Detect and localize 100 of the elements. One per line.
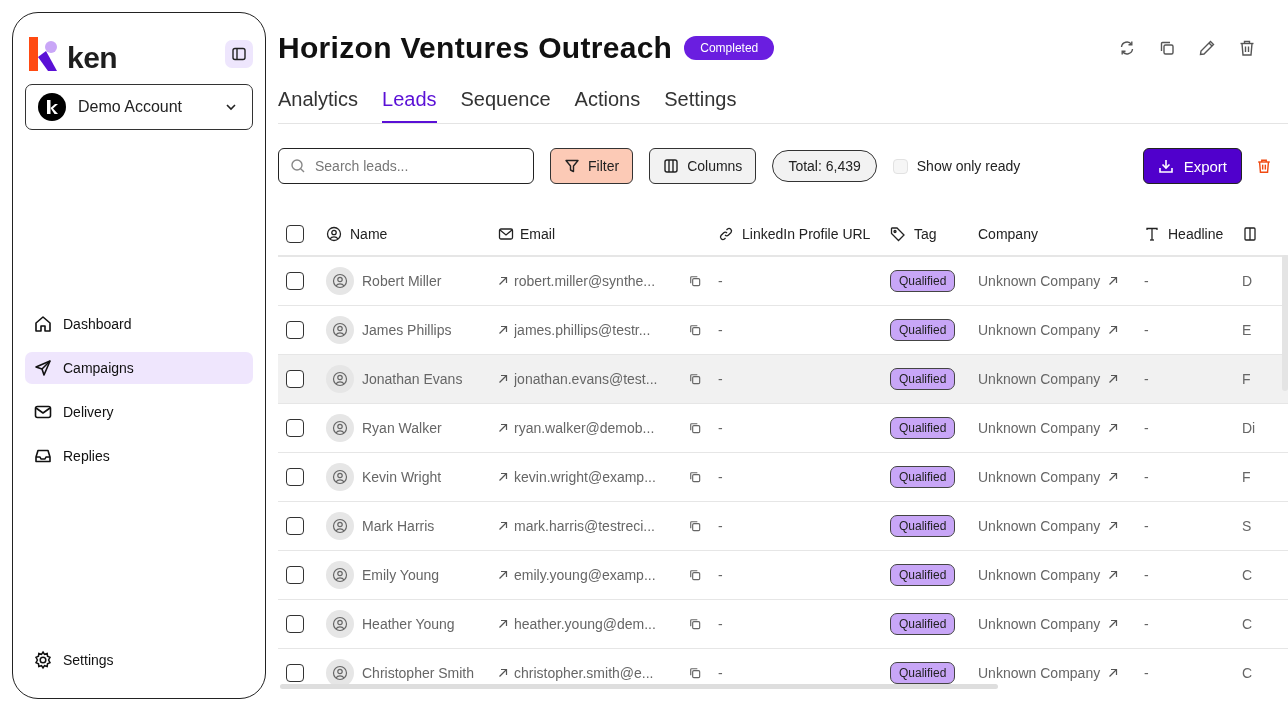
row-checkbox[interactable] (286, 517, 304, 535)
pencil-icon[interactable] (1198, 39, 1216, 57)
sidebar-toggle-button[interactable] (225, 40, 253, 68)
table-cell-text: christopher.smith@e... (514, 665, 655, 681)
column-header[interactable]: LinkedIn Profile URL (742, 225, 871, 242)
table-cell: Unknown Company (978, 322, 1101, 338)
select-all-checkbox[interactable] (286, 224, 304, 243)
search-field[interactable]: Search leads... (278, 148, 534, 184)
tab[interactable]: Settings (664, 86, 737, 123)
table-cell: - (718, 616, 723, 632)
copy-icon[interactable] (688, 568, 702, 582)
table-row[interactable]: Jonathan Evans jonathan.evans@test... - Qualified Unknown Company - F (278, 355, 1288, 404)
tab[interactable]: Analytics (278, 86, 359, 123)
table-cell: - (1144, 371, 1149, 387)
row-checkbox[interactable] (286, 419, 304, 437)
avatar-icon (326, 512, 354, 540)
delete-icon[interactable] (1256, 158, 1272, 174)
table-cell: Robert Miller (362, 273, 442, 289)
copy-icon[interactable] (1158, 39, 1176, 57)
row-checkbox[interactable] (286, 321, 304, 339)
row-checkbox[interactable] (286, 615, 304, 633)
checkbox[interactable] (892, 158, 908, 174)
total-count: Total: 6,439 (772, 150, 877, 182)
external-link-icon (1108, 276, 1119, 286)
nav-item[interactable]: Dashboard (25, 308, 253, 340)
column-header[interactable]: Tag (914, 225, 937, 242)
copy-icon[interactable] (688, 617, 702, 631)
column-header[interactable]: Company (978, 225, 1038, 242)
tag-badge: Qualified (890, 270, 956, 292)
table-cell: - (1144, 518, 1149, 534)
tab[interactable]: Sequence (460, 86, 551, 123)
external-link-icon (1108, 374, 1119, 384)
external-link-icon (498, 619, 508, 629)
export-button[interactable]: Export (1142, 148, 1242, 184)
account-logo-icon (38, 93, 66, 121)
nav-item[interactable]: Delivery (25, 396, 253, 428)
tag-icon (890, 225, 906, 242)
column-header[interactable]: Email (520, 225, 555, 242)
settings-link[interactable]: Settings (25, 644, 253, 676)
tag-badge: Qualified (890, 515, 956, 537)
tag-badge: Qualified (890, 662, 956, 684)
table-row[interactable]: Mark Harris mark.harris@testreci... - Qualified Unknown Company - S (278, 502, 1288, 551)
table-row[interactable]: Robert Miller robert.miller@synthe... - Qualified Unknown Company - D (278, 257, 1288, 306)
search-icon (290, 158, 306, 174)
copy-icon[interactable] (688, 421, 702, 435)
column-header[interactable]: Headline (1168, 225, 1224, 242)
table-row[interactable]: Kevin Wright kevin.wright@examp... - Qualified Unknown Company - F (278, 453, 1288, 502)
table-cell: - (1144, 420, 1149, 436)
columns-button[interactable]: Columns (649, 148, 757, 184)
checkbox-label: Show only ready (916, 158, 1021, 174)
column-header[interactable]: Name (350, 225, 388, 242)
nav-item[interactable]: Campaigns (25, 352, 253, 384)
tab[interactable]: Leads (382, 86, 437, 123)
external-link-icon (498, 374, 508, 384)
scrollbar[interactable] (280, 684, 998, 689)
table-cell-text: james.phillips@testr... (514, 322, 652, 338)
row-checkbox[interactable] (286, 664, 304, 682)
row-checkbox[interactable] (286, 370, 304, 388)
table-cell: S (1242, 518, 1252, 534)
nav-item[interactable]: Replies (25, 440, 253, 472)
brand-name: ken (67, 45, 118, 71)
table-cell-text: jonathan.evans@test... (514, 371, 659, 387)
external-link-icon (1108, 521, 1119, 531)
row-checkbox[interactable] (286, 272, 304, 290)
copy-icon[interactable] (688, 274, 702, 288)
trash-icon[interactable] (1238, 39, 1256, 57)
text-icon (1144, 225, 1160, 242)
copy-icon[interactable] (688, 323, 702, 337)
row-checkbox[interactable] (286, 566, 304, 584)
table-cell: - (1144, 665, 1149, 681)
table-cell: - (1144, 567, 1149, 583)
copy-icon[interactable] (688, 519, 702, 533)
refresh-icon[interactable] (1118, 39, 1136, 57)
scrollbar[interactable] (1282, 255, 1288, 391)
tab[interactable]: Actions (574, 86, 641, 123)
table-cell: - (1144, 273, 1149, 289)
link-icon (718, 225, 734, 242)
table-cell: Ryan Walker (362, 420, 442, 436)
external-link-icon (1108, 619, 1119, 629)
tag-badge: Qualified (890, 368, 956, 390)
account-dropdown[interactable]: Demo Account (25, 84, 253, 130)
send-icon (33, 358, 53, 378)
table-cell: Unknown Company (978, 616, 1101, 632)
external-link-icon (1108, 668, 1119, 678)
table-cell: Di (1242, 420, 1256, 436)
table-row[interactable]: Ryan Walker ryan.walker@demob... - Qualified Unknown Company - Di (278, 404, 1288, 453)
copy-icon[interactable] (688, 666, 702, 680)
copy-icon[interactable] (688, 372, 702, 386)
avatar-icon (326, 267, 354, 295)
row-checkbox[interactable] (286, 468, 304, 486)
table-row[interactable]: Emily Young emily.young@examp... - Qualified Unknown Company - C (278, 551, 1288, 600)
table-row[interactable]: Heather Young heather.young@dem... - Qualified Unknown Company - C (278, 600, 1288, 649)
user-icon (326, 225, 342, 242)
filter-icon (564, 158, 580, 174)
columns-icon (663, 158, 680, 174)
filter-button[interactable]: Filter (550, 148, 634, 184)
table-cell: - (718, 567, 723, 583)
table-cell-text: emily.young@examp... (514, 567, 657, 583)
avatar-icon (326, 561, 354, 589)
copy-icon[interactable] (688, 470, 702, 484)
